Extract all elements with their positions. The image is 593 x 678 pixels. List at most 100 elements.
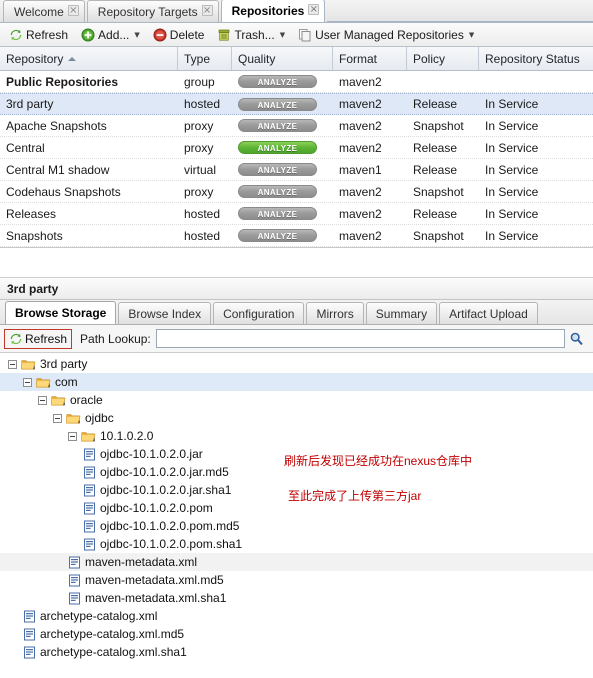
- analyze-badge[interactable]: ANALYZE: [238, 229, 317, 242]
- collapse-toggle-icon[interactable]: [23, 377, 32, 387]
- copy-page-icon: [298, 28, 312, 42]
- collapse-toggle-icon[interactable]: [53, 413, 62, 423]
- close-icon[interactable]: ×: [201, 5, 213, 16]
- tree-folder-node[interactable]: ojdbc: [0, 409, 593, 427]
- collapse-toggle-icon[interactable]: [8, 359, 17, 369]
- window-tab[interactable]: Repository Targets ×: [86, 0, 219, 22]
- repository-type-cell-text: group: [184, 74, 215, 89]
- grid-column-header[interactable]: Repository Status: [479, 47, 593, 70]
- grid-column-header-label: Type: [184, 51, 211, 66]
- analyze-badge[interactable]: ANALYZE: [238, 207, 317, 220]
- detail-subtab[interactable]: Browse Index: [118, 302, 212, 324]
- toolbar-button[interactable]: Refresh: [4, 25, 73, 45]
- grid-column-header[interactable]: Format: [333, 47, 407, 70]
- file-xml-icon: [68, 574, 81, 587]
- table-row[interactable]: Snapshots hosted ANALYZE maven2 Snapshot In S…: [0, 225, 593, 247]
- analyze-badge[interactable]: ANALYZE: [238, 163, 317, 176]
- detail-subtab[interactable]: Configuration: [213, 302, 305, 324]
- file-xml-icon: [83, 448, 96, 461]
- repository-status-cell: In Service: [479, 94, 593, 114]
- detail-subtab[interactable]: Browse Storage: [5, 301, 117, 324]
- tree-file-node[interactable]: maven-metadata.xml.sha1: [0, 589, 593, 607]
- toolbar-button[interactable]: Trash... ▼: [212, 25, 290, 45]
- window-tab[interactable]: Welcome ×: [3, 0, 85, 22]
- repository-format-cell: maven2: [333, 94, 407, 114]
- tree-file-node[interactable]: archetype-catalog.xml: [0, 607, 593, 625]
- magnifier-icon[interactable]: [565, 331, 587, 346]
- analyze-badge[interactable]: ANALYZE: [238, 75, 317, 88]
- tree-file-node[interactable]: ojdbc-10.1.0.2.0.pom.md5: [0, 517, 593, 535]
- table-row[interactable]: Central M1 shadow virtual ANALYZE maven1 Rel…: [0, 159, 593, 181]
- file-xml-icon: [23, 646, 36, 659]
- window-tab[interactable]: Repositories ×: [220, 0, 326, 22]
- analyze-badge[interactable]: ANALYZE: [238, 119, 317, 132]
- tree-node-label: ojdbc-10.1.0.2.0.pom.md5: [100, 519, 240, 533]
- tree-folder-node[interactable]: com: [0, 373, 593, 391]
- close-icon[interactable]: ×: [67, 5, 79, 16]
- tree-folder-node[interactable]: 10.1.0.2.0: [0, 427, 593, 445]
- tree-file-node[interactable]: ojdbc-10.1.0.2.0.pom.sha1: [0, 535, 593, 553]
- tab-strip: Welcome × Repository Targets × Repositories ×: [0, 0, 593, 23]
- collapse-toggle-icon[interactable]: [38, 395, 47, 405]
- toolbar-button-label: Add...: [98, 27, 130, 42]
- repository-format-cell-text: maven2: [339, 206, 382, 221]
- file-xml-icon: [68, 592, 81, 605]
- grid-column-header[interactable]: Repository: [0, 47, 178, 70]
- table-row[interactable]: Apache Snapshots proxy ANALYZE maven2 Snapsh…: [0, 115, 593, 137]
- repository-type-cell-text: hosted: [184, 206, 221, 221]
- repository-name-cell: 3rd party: [0, 94, 178, 114]
- collapse-toggle-icon[interactable]: [68, 431, 77, 441]
- tree-folder-node[interactable]: 3rd party: [0, 355, 593, 373]
- trash-icon: [217, 28, 231, 42]
- refresh-icon: [9, 332, 23, 346]
- grid-column-header[interactable]: Quality: [232, 47, 333, 70]
- storage-refresh-button[interactable]: Refresh: [4, 328, 73, 349]
- chevron-down-icon[interactable]: ▼: [469, 31, 474, 39]
- path-lookup-bar: Refresh Path Lookup:: [0, 325, 593, 353]
- grid-column-header[interactable]: Policy: [407, 47, 479, 70]
- repository-policy-cell-text: Snapshot: [413, 228, 464, 243]
- panel-splitter[interactable]: [0, 248, 593, 278]
- toolbar-button-label: User Managed Repositories: [315, 27, 464, 42]
- folder-open-icon: [51, 394, 66, 407]
- tree-file-node[interactable]: archetype-catalog.xml.sha1: [0, 643, 593, 660]
- repository-format-cell-text: maven2: [339, 97, 382, 111]
- repository-name-cell: Codehaus Snapshots: [0, 181, 178, 202]
- repository-name-cell-text: Central: [6, 140, 45, 155]
- toolbar-button[interactable]: Add... ▼: [76, 25, 145, 45]
- repository-name-cell-text: Snapshots: [6, 228, 63, 243]
- analyze-badge[interactable]: ANALYZE: [238, 185, 317, 198]
- tree-file-node[interactable]: maven-metadata.xml: [0, 553, 593, 571]
- repository-policy-cell: Snapshot: [407, 181, 479, 202]
- table-row[interactable]: Central proxy ANALYZE maven2 Release In Servi…: [0, 137, 593, 159]
- chevron-down-icon[interactable]: ▼: [134, 31, 139, 39]
- detail-subtab[interactable]: Artifact Upload: [439, 302, 538, 324]
- table-row[interactable]: 3rd party hosted ANALYZE maven2 Release In Se…: [0, 93, 593, 115]
- tree-nodes: 3rd party com oracle ojdbc 10.1.0.2.0 ojdbc-1…: [0, 355, 593, 660]
- path-lookup-input[interactable]: [155, 329, 565, 348]
- table-row[interactable]: Releases hosted ANALYZE maven2 Release In Ser…: [0, 203, 593, 225]
- storage-tree[interactable]: 3rd party com oracle ojdbc 10.1.0.2.0 ojdbc-1…: [0, 353, 593, 660]
- grid-column-header-label: Policy: [413, 51, 446, 66]
- toolbar-button[interactable]: User Managed Repositories ▼: [293, 25, 479, 45]
- tree-file-node[interactable]: maven-metadata.xml.md5: [0, 571, 593, 589]
- chevron-down-icon[interactable]: ▼: [280, 31, 285, 39]
- close-icon[interactable]: ×: [308, 4, 320, 15]
- detail-subtab[interactable]: Summary: [365, 302, 438, 324]
- analyze-badge[interactable]: ANALYZE: [238, 141, 317, 154]
- grid-column-header[interactable]: Type: [178, 47, 232, 70]
- toolbar-button[interactable]: Delete: [148, 25, 210, 45]
- repository-type-cell-text: proxy: [184, 184, 214, 199]
- tree-file-node[interactable]: archetype-catalog.xml.md5: [0, 625, 593, 643]
- table-row[interactable]: Public Repositories group ANALYZE maven2: [0, 71, 593, 93]
- repository-format-cell: maven2: [333, 137, 407, 158]
- tree-folder-node[interactable]: oracle: [0, 391, 593, 409]
- tree-node-label: ojdbc-10.1.0.2.0.jar.sha1: [100, 483, 232, 497]
- repository-policy-cell: Release: [407, 203, 479, 224]
- table-row[interactable]: Codehaus Snapshots proxy ANALYZE maven2 Snap…: [0, 181, 593, 203]
- grid-column-header-label: Quality: [238, 51, 276, 66]
- repository-quality-cell: ANALYZE: [232, 203, 333, 224]
- repository-name-cell: Apache Snapshots: [0, 115, 178, 136]
- analyze-badge[interactable]: ANALYZE: [238, 97, 317, 111]
- detail-subtab[interactable]: Mirrors: [306, 302, 364, 324]
